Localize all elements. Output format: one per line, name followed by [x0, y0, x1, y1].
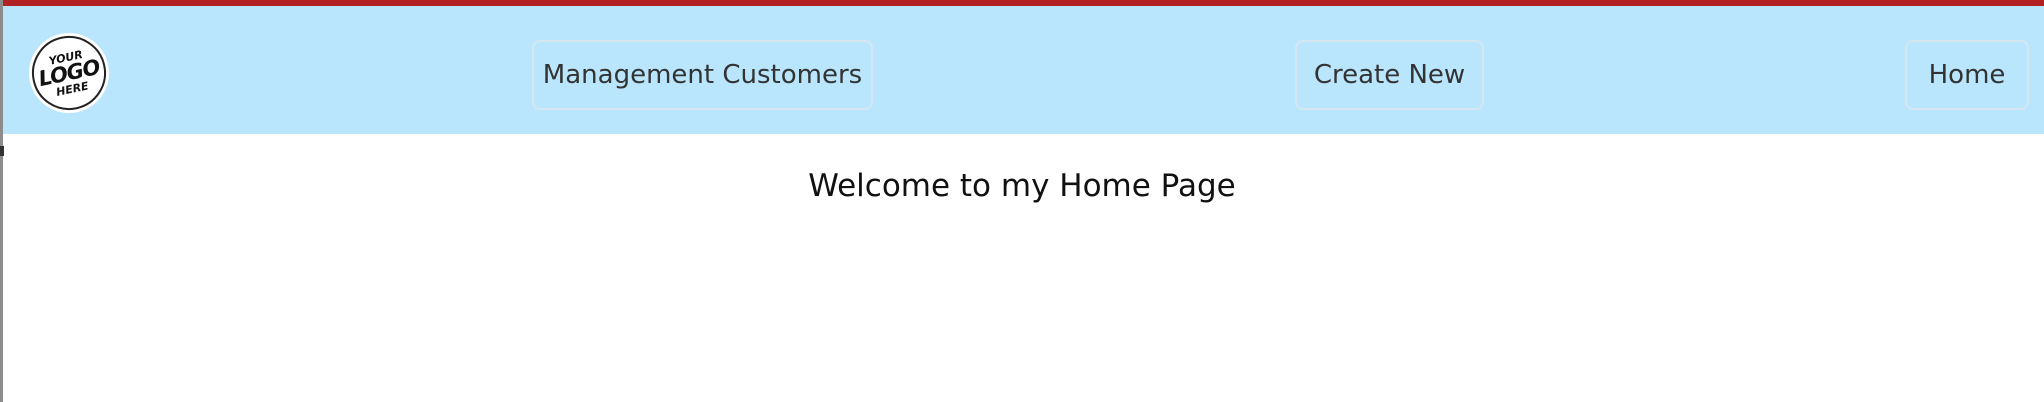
logo-badge-icon[interactable]: YOUR LOGO HERE — [25, 29, 113, 117]
navbar: YOUR LOGO HERE Management Customers Crea… — [3, 6, 2044, 134]
management-customers-button[interactable]: Management Customers — [532, 40, 873, 110]
page-title: Welcome to my Home Page — [808, 168, 1236, 204]
edge-marker — [0, 146, 4, 156]
create-new-button[interactable]: Create New — [1295, 40, 1484, 110]
page: YOUR LOGO HERE Management Customers Crea… — [0, 0, 2044, 402]
home-button[interactable]: Home — [1905, 40, 2029, 110]
